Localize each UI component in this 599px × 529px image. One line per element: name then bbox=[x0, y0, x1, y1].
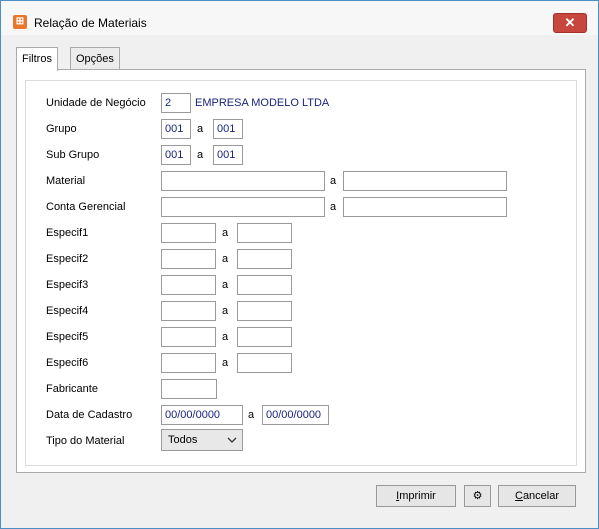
subgrupo-label: Sub Grupo bbox=[46, 149, 100, 161]
title-bar[interactable]: ⊞ Relação de Materiais ✕ bbox=[1, 1, 598, 35]
especif5-from-input[interactable] bbox=[161, 327, 216, 347]
grupo-label: Grupo bbox=[46, 123, 77, 135]
dialog-window: ⊞ Relação de Materiais ✕ Filtros Opções … bbox=[0, 0, 599, 529]
fabricante-input[interactable] bbox=[161, 379, 217, 399]
data-from-input[interactable]: 00/00/0000 bbox=[161, 405, 243, 425]
conta-from-input[interactable] bbox=[161, 197, 325, 217]
data-to-input[interactable]: 00/00/0000 bbox=[262, 405, 329, 425]
tab-filtros[interactable]: Filtros bbox=[16, 47, 58, 71]
company-name: EMPRESA MODELO LTDA bbox=[195, 97, 330, 109]
especif1-label: Especif1 bbox=[46, 227, 89, 239]
especif5-sep: a bbox=[222, 331, 229, 343]
cancelar-mnemonic: C bbox=[514, 490, 523, 502]
filters-panel: Unidade de Negócio 2 EMPRESA MODELO LTDA… bbox=[16, 69, 586, 473]
unidade-label: Unidade de Negócio bbox=[46, 97, 146, 109]
app-icon: ⊞ bbox=[13, 15, 27, 29]
especif4-label: Especif4 bbox=[46, 305, 89, 317]
especif5-to-input[interactable] bbox=[237, 327, 292, 347]
especif4-to-input[interactable] bbox=[237, 301, 292, 321]
material-from-input[interactable] bbox=[161, 171, 325, 191]
especif3-label: Especif3 bbox=[46, 279, 89, 291]
subgrupo-to-input[interactable]: 001 bbox=[213, 145, 243, 165]
especif3-to-input[interactable] bbox=[237, 275, 292, 295]
especif1-to-input[interactable] bbox=[237, 223, 292, 243]
especif1-from-input[interactable] bbox=[161, 223, 216, 243]
cancelar-label: ancelar bbox=[522, 490, 560, 502]
tipo-material-select[interactable]: Todos bbox=[161, 429, 243, 451]
imprimir-button[interactable]: Imprimir bbox=[376, 485, 456, 507]
unidade-input[interactable]: 2 bbox=[161, 93, 191, 113]
cancelar-button[interactable]: Cancelar bbox=[498, 485, 576, 507]
conta-label: Conta Gerencial bbox=[46, 201, 126, 213]
especif6-to-input[interactable] bbox=[237, 353, 292, 373]
conta-to-input[interactable] bbox=[343, 197, 507, 217]
material-sep: a bbox=[330, 175, 337, 187]
especif3-sep: a bbox=[222, 279, 229, 291]
grupo-from-input[interactable]: 001 bbox=[161, 119, 191, 139]
conta-sep: a bbox=[330, 201, 337, 213]
especif3-from-input[interactable] bbox=[161, 275, 216, 295]
especif6-from-input[interactable] bbox=[161, 353, 216, 373]
especif5-label: Especif5 bbox=[46, 331, 89, 343]
especif6-sep: a bbox=[222, 357, 229, 369]
material-label: Material bbox=[46, 175, 86, 187]
especif2-from-input[interactable] bbox=[161, 249, 216, 269]
window-title: Relação de Materiais bbox=[34, 16, 147, 30]
grupo-to-input[interactable]: 001 bbox=[213, 119, 243, 139]
especif2-label: Especif2 bbox=[46, 253, 89, 265]
fabricante-label: Fabricante bbox=[46, 383, 98, 395]
data-sep: a bbox=[248, 409, 255, 421]
gear-icon: ⚙ bbox=[472, 490, 483, 502]
tipo-material-label: Tipo do Material bbox=[46, 435, 125, 447]
tipo-material-value: Todos bbox=[168, 434, 198, 446]
filters-group: Unidade de Negócio 2 EMPRESA MODELO LTDA… bbox=[25, 80, 577, 466]
imprimir-label: mprimir bbox=[399, 490, 436, 502]
especif2-to-input[interactable] bbox=[237, 249, 292, 269]
settings-button[interactable]: ⚙ bbox=[464, 485, 491, 507]
tab-opcoes[interactable]: Opções bbox=[70, 47, 120, 70]
grupo-sep: a bbox=[197, 123, 204, 135]
material-to-input[interactable] bbox=[343, 171, 507, 191]
especif1-sep: a bbox=[222, 227, 229, 239]
especif2-sep: a bbox=[222, 253, 229, 265]
close-button[interactable]: ✕ bbox=[553, 13, 587, 33]
especif4-from-input[interactable] bbox=[161, 301, 216, 321]
subgrupo-from-input[interactable]: 001 bbox=[161, 145, 191, 165]
data-cadastro-label: Data de Cadastro bbox=[46, 409, 133, 421]
especif4-sep: a bbox=[222, 305, 229, 317]
especif6-label: Especif6 bbox=[46, 357, 89, 369]
subgrupo-sep: a bbox=[197, 149, 204, 161]
chevron-down-icon bbox=[227, 431, 237, 452]
